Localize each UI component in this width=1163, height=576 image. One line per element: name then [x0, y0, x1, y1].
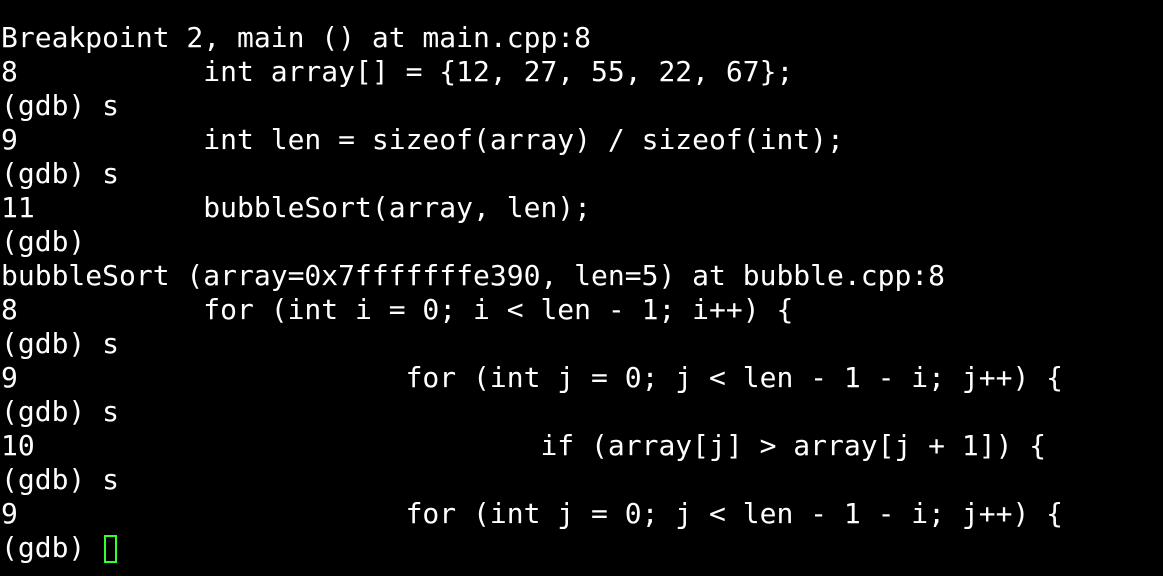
terminal-line: (gdb) s: [1, 327, 120, 360]
gdb-prompt: (gdb): [1, 531, 103, 564]
text-cursor[interactable]: [104, 535, 118, 563]
terminal-line: Breakpoint 2, main () at main.cpp:8: [1, 21, 592, 54]
terminal-line: bubbleSort (array=0x7fffffffe390, len=5)…: [1, 259, 946, 292]
terminal-line: 9 for (int j = 0; j < len - 1 - i; j++) …: [1, 497, 1064, 530]
terminal-line: 10 if (array[j] > array[j + 1]) {: [1, 429, 1047, 462]
gdb-terminal[interactable]: Breakpoint 2, main () at main.cpp:8 8 in…: [0, 0, 1163, 576]
terminal-line: 9 for (int j = 0; j < len - 1 - i; j++) …: [1, 361, 1064, 394]
prompt-line[interactable]: (gdb): [0, 531, 1163, 565]
terminal-line: 9 int len = sizeof(array) / sizeof(int);: [1, 123, 844, 156]
terminal-line: 8 for (int i = 0; i < len - 1; i++) {: [1, 293, 794, 326]
terminal-line: (gdb) s: [1, 395, 120, 428]
terminal-line: (gdb) s: [1, 463, 120, 496]
terminal-line: 11 bubbleSort(array, len);: [1, 191, 592, 224]
terminal-line: (gdb) s: [1, 157, 120, 190]
terminal-line: (gdb) s: [1, 89, 120, 122]
terminal-line: (gdb): [1, 225, 86, 258]
terminal-line: 8 int array[] = {12, 27, 55, 22, 67};: [1, 55, 794, 88]
